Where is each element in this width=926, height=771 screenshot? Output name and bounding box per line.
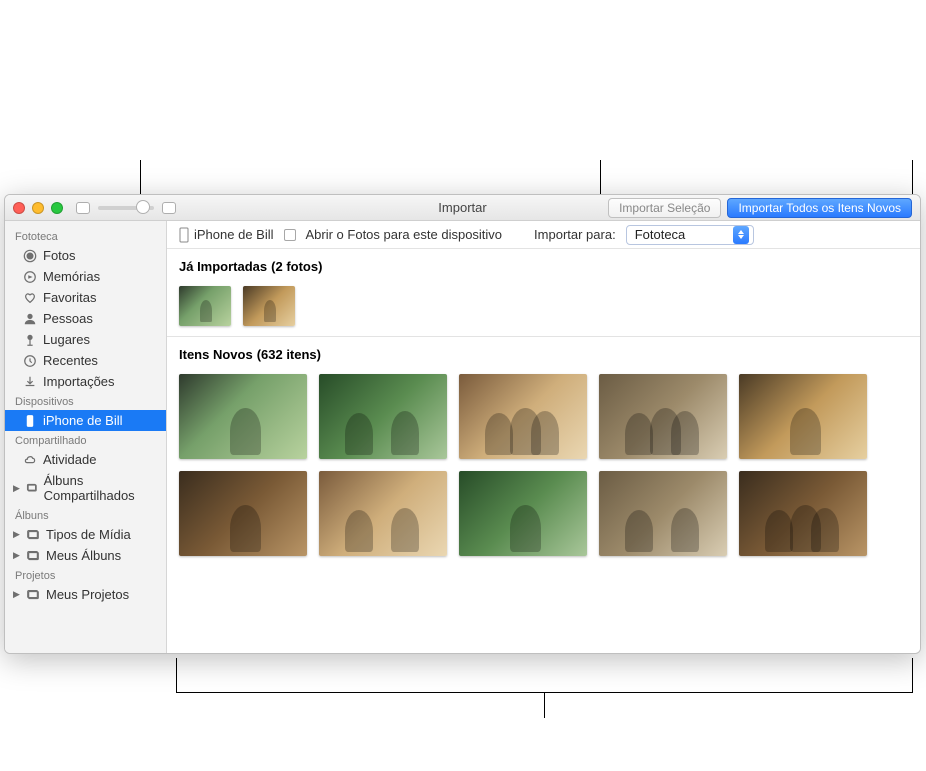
sidebar-item-device-iphone[interactable]: iPhone de Bill: [5, 410, 166, 431]
sidebar-item-label: Meus Álbuns: [46, 548, 121, 563]
import-to-value: Fototeca: [635, 227, 686, 242]
app-window: Importar Importar Seleção Importar Todos…: [4, 194, 921, 654]
already-imported-heading: Já Importadas: [179, 259, 267, 274]
sidebar-section-fototeca: Fototeca: [5, 227, 166, 245]
already-imported-thumbs: [167, 276, 920, 334]
window-close-button[interactable]: [13, 202, 25, 214]
callout-line: [176, 658, 177, 692]
disclosure-triangle-icon[interactable]: ▶: [13, 550, 20, 561]
content-scroll[interactable]: Já Importadas (2 fotos) Itens Novos (632…: [167, 249, 920, 653]
sidebar-item-recentes[interactable]: Recentes: [5, 350, 166, 371]
callout-line: [912, 658, 913, 692]
pin-icon: [23, 333, 37, 347]
sidebar-section-projetos: Projetos: [5, 566, 166, 584]
photo-thumbnail[interactable]: [319, 471, 447, 556]
toggle-sidebar-button[interactable]: [162, 202, 176, 214]
sidebar-item-tipos-midia[interactable]: ▶ Tipos de Mídia: [5, 524, 166, 545]
device-name: iPhone de Bill: [194, 227, 274, 242]
photo-thumbnail[interactable]: [599, 471, 727, 556]
sidebar-item-albuns-compartilhados[interactable]: ▶ Álbuns Compartilhados: [5, 470, 166, 506]
sidebar-item-label: iPhone de Bill: [43, 413, 123, 428]
memories-icon: [23, 270, 37, 284]
photo-thumbnail[interactable]: [179, 471, 307, 556]
photo-thumbnail[interactable]: [599, 374, 727, 459]
titlebar: Importar Importar Seleção Importar Todos…: [5, 195, 920, 221]
select-stepper-icon: [733, 226, 749, 244]
sidebar-item-label: Lugares: [43, 332, 90, 347]
sidebar: Fototeca Fotos Memórias Favoritas Pessoa…: [5, 221, 167, 653]
window-minimize-button[interactable]: [32, 202, 44, 214]
clock-icon: [23, 354, 37, 368]
import-to-select[interactable]: Fototeca: [626, 225, 754, 245]
sidebar-item-importacoes[interactable]: Importações: [5, 371, 166, 392]
sidebar-item-memorias[interactable]: Memórias: [5, 266, 166, 287]
sidebar-item-pessoas[interactable]: Pessoas: [5, 308, 166, 329]
photo-thumbnail[interactable]: [459, 374, 587, 459]
device-icon: [23, 414, 37, 428]
sidebar-item-label: Memórias: [43, 269, 100, 284]
photo-thumbnail[interactable]: [243, 286, 295, 326]
slider-thumb[interactable]: [136, 200, 150, 214]
callout-line: [600, 160, 601, 194]
new-items-thumbs: [167, 364, 920, 564]
sidebar-item-fotos[interactable]: Fotos: [5, 245, 166, 266]
import-selection-button[interactable]: Importar Seleção: [608, 198, 721, 218]
callout-line: [544, 692, 545, 718]
new-items-count: (632 itens): [257, 347, 321, 362]
import-to-label: Importar para:: [534, 227, 616, 242]
photo-thumbnail[interactable]: [179, 374, 307, 459]
device-icon: [179, 227, 189, 243]
sidebar-section-compartilhado: Compartilhado: [5, 431, 166, 449]
import-all-new-button[interactable]: Importar Todos os Itens Novos: [727, 198, 912, 218]
sidebar-item-label: Atividade: [43, 452, 96, 467]
album-icon: [26, 528, 40, 542]
options-bar: iPhone de Bill Abrir o Fotos para este d…: [167, 221, 920, 249]
photos-icon: [23, 249, 37, 263]
sidebar-item-meus-albuns[interactable]: ▶ Meus Álbuns: [5, 545, 166, 566]
sidebar-item-meus-projetos[interactable]: ▶ Meus Projetos: [5, 584, 166, 605]
toolbar-button[interactable]: [76, 202, 90, 214]
sidebar-item-label: Importações: [43, 374, 115, 389]
people-icon: [23, 312, 37, 326]
photo-thumbnail[interactable]: [739, 471, 867, 556]
heart-icon: [23, 291, 37, 305]
callout-line: [912, 160, 913, 194]
disclosure-triangle-icon[interactable]: ▶: [13, 529, 20, 540]
sidebar-item-favoritas[interactable]: Favoritas: [5, 287, 166, 308]
sidebar-item-label: Tipos de Mídia: [46, 527, 131, 542]
sidebar-item-lugares[interactable]: Lugares: [5, 329, 166, 350]
open-photos-for-device-checkbox[interactable]: [284, 229, 296, 241]
sidebar-item-label: Pessoas: [43, 311, 93, 326]
sidebar-item-label: Álbuns Compartilhados: [44, 473, 156, 503]
cloud-icon: [23, 453, 37, 467]
sidebar-item-label: Fotos: [43, 248, 76, 263]
sidebar-item-label: Recentes: [43, 353, 98, 368]
main-area: iPhone de Bill Abrir o Fotos para este d…: [167, 221, 920, 653]
new-items-heading: Itens Novos: [179, 347, 253, 362]
import-icon: [23, 375, 37, 389]
already-imported-count: (2 fotos): [271, 259, 322, 274]
disclosure-triangle-icon[interactable]: ▶: [13, 589, 20, 600]
photo-thumbnail[interactable]: [459, 471, 587, 556]
album-icon: [26, 588, 40, 602]
window-title: Importar: [438, 200, 486, 215]
sidebar-item-label: Favoritas: [43, 290, 96, 305]
photo-thumbnail[interactable]: [739, 374, 867, 459]
sidebar-section-albuns: Álbuns: [5, 506, 166, 524]
photo-thumbnail[interactable]: [179, 286, 231, 326]
disclosure-triangle-icon[interactable]: ▶: [13, 483, 20, 494]
album-icon: [26, 549, 40, 563]
window-zoom-button[interactable]: [51, 202, 63, 214]
open-photos-for-device-label: Abrir o Fotos para este dispositivo: [306, 227, 503, 242]
thumbnail-size-slider[interactable]: [98, 202, 154, 214]
photo-thumbnail[interactable]: [319, 374, 447, 459]
sidebar-item-label: Meus Projetos: [46, 587, 129, 602]
sidebar-item-atividade[interactable]: Atividade: [5, 449, 166, 470]
album-icon: [26, 481, 38, 495]
sidebar-section-dispositivos: Dispositivos: [5, 392, 166, 410]
